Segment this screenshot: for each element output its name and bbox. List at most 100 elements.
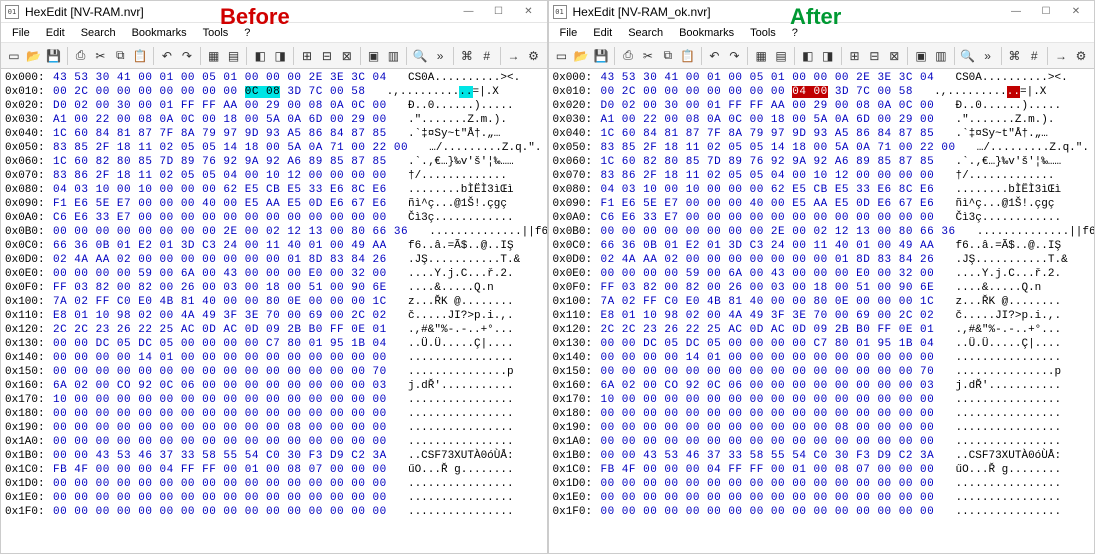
ascii-view[interactable]: .`.‚€…}‰v'š'¦‰…… <box>934 155 1061 169</box>
hex-bytes[interactable]: FF 03 82 00 82 00 26 00 03 00 18 00 51 0… <box>601 281 935 295</box>
hex-view[interactable]: 0x000:43 53 30 41 00 01 00 05 01 00 00 0… <box>1 69 547 553</box>
paste-icon[interactable]: 📋 <box>679 46 697 66</box>
hex-bytes[interactable]: 00 00 00 00 00 00 00 00 2E 00 02 12 13 0… <box>53 225 408 239</box>
hex-row[interactable]: 0x100:7A 02 FF C0 E0 4B 81 40 00 00 80 0… <box>553 295 1091 309</box>
ascii-view[interactable]: .,#&"%-.-..+°... <box>934 323 1061 337</box>
grid2-icon[interactable]: ▤ <box>772 46 790 66</box>
hex-row[interactable]: 0x1A0:00 00 00 00 00 00 00 00 00 00 00 0… <box>5 435 543 449</box>
hex-bytes[interactable]: FF 03 82 00 82 00 26 00 03 00 18 00 51 0… <box>53 281 387 295</box>
ascii-view[interactable]: …/.........Z.q.". <box>408 141 541 155</box>
hex-row[interactable]: 0x040:1C 60 84 81 87 7F 8A 79 97 9D 93 A… <box>553 127 1091 141</box>
ascii-view[interactable]: .,...........=|.X <box>913 85 1046 99</box>
op2-icon[interactable]: ⊟ <box>865 46 883 66</box>
hex-bytes[interactable]: 7A 02 FF C0 E0 4B 81 40 00 00 80 0E 00 0… <box>601 295 935 309</box>
ascii-view[interactable]: ................ <box>934 351 1061 365</box>
ascii-view[interactable]: Čì3ç............ <box>387 211 514 225</box>
hex-bytes[interactable]: F1 E6 5E E7 00 00 00 40 00 E5 AA E5 0D E… <box>53 197 387 211</box>
goto-icon[interactable]: → <box>505 46 523 66</box>
hex-row[interactable]: 0x1C0:FB 4F 00 00 00 04 FF FF 00 01 00 0… <box>553 463 1091 477</box>
hex-row[interactable]: 0x0A0:C6 E6 33 E7 00 00 00 00 00 00 00 0… <box>553 211 1091 225</box>
hex-row[interactable]: 0x010:00 2C 00 00 00 00 00 00 00 0C 08 3… <box>5 85 543 99</box>
hex-row[interactable]: 0x180:00 00 00 00 00 00 00 00 00 00 00 0… <box>553 407 1091 421</box>
hex-row[interactable]: 0x1D0:00 00 00 00 00 00 00 00 00 00 00 0… <box>5 477 543 491</box>
hex-row[interactable]: 0x0B0:00 00 00 00 00 00 00 00 2E 00 02 1… <box>553 225 1091 239</box>
ascii-view[interactable]: ................ <box>387 435 514 449</box>
new-icon[interactable]: ▭ <box>5 46 23 66</box>
ascii-view[interactable]: CS0A..........><. <box>387 71 520 85</box>
close-button[interactable]: ✕ <box>1062 3 1090 21</box>
hex-row[interactable]: 0x020:D0 02 00 30 00 01 FF FF AA 00 29 0… <box>5 99 543 113</box>
hex-row[interactable]: 0x110:E8 01 10 98 02 00 4A 49 3F 3E 70 0… <box>553 309 1091 323</box>
hex-bytes[interactable]: 43 53 30 41 00 01 00 05 01 00 00 00 2E 3… <box>53 71 387 85</box>
menu-tools[interactable]: Tools <box>196 25 236 41</box>
hex-bytes[interactable]: 00 00 00 00 59 00 6A 00 43 00 00 00 E0 0… <box>53 267 387 281</box>
hex-row[interactable]: 0x1A0:00 00 00 00 00 00 00 00 00 00 00 0… <box>553 435 1091 449</box>
hex-row[interactable]: 0x0C0:66 36 0B 01 E2 01 3D C3 24 00 11 4… <box>5 239 543 253</box>
ascii-view[interactable]: .`.‚€…}‰v'š'¦‰…… <box>387 155 514 169</box>
mark1-icon[interactable]: ◧ <box>251 46 269 66</box>
menu-search[interactable]: Search <box>621 25 670 41</box>
mark1-icon[interactable]: ◧ <box>799 46 817 66</box>
hex-row[interactable]: 0x190:00 00 00 00 00 00 00 00 00 00 00 0… <box>553 421 1091 435</box>
hex-bytes[interactable]: 00 00 43 53 46 37 33 58 55 54 C0 30 F3 D… <box>53 449 387 463</box>
hex-row[interactable]: 0x1F0:00 00 00 00 00 00 00 00 00 00 00 0… <box>5 505 543 519</box>
ascii-view[interactable]: č.....JI?>p.i.,. <box>934 309 1061 323</box>
ascii-view[interactable]: ................ <box>934 491 1061 505</box>
ascii-view[interactable]: ....Y.j.C...ř.2. <box>934 267 1061 281</box>
op3-icon[interactable]: ⊠ <box>338 46 356 66</box>
ascii-view[interactable]: z...ŘK @........ <box>934 295 1061 309</box>
print-icon[interactable]: ⎙ <box>72 46 90 66</box>
tool2-icon[interactable]: ▥ <box>932 46 950 66</box>
hex-bytes[interactable]: 00 00 00 00 00 00 00 00 00 00 00 00 00 0… <box>53 407 387 421</box>
menu-tools[interactable]: Tools <box>743 25 783 41</box>
grid1-icon[interactable]: ▦ <box>752 46 770 66</box>
grid1-icon[interactable]: ▦ <box>205 46 223 66</box>
highlighted-bytes[interactable]: 04 00 <box>792 86 828 98</box>
hex-view[interactable]: 0x000:43 53 30 41 00 01 00 05 01 00 00 0… <box>549 69 1095 553</box>
hex-bytes[interactable]: 83 85 2F 18 11 02 05 05 14 18 00 5A 0A 7… <box>601 141 956 155</box>
hex-bytes[interactable]: 04 03 10 00 10 00 00 00 62 E5 CB E5 33 E… <box>53 183 387 197</box>
hex-bytes[interactable]: 1C 60 82 80 85 7D 89 76 92 9A 92 A6 89 8… <box>601 155 935 169</box>
hex-row[interactable]: 0x1D0:00 00 00 00 00 00 00 00 00 00 00 0… <box>553 477 1091 491</box>
mark2-icon[interactable]: ◨ <box>819 46 837 66</box>
ascii-view[interactable]: †/............. <box>387 169 507 183</box>
hex-row[interactable]: 0x090:F1 E6 5E E7 00 00 00 40 00 E5 AA E… <box>5 197 543 211</box>
save-icon[interactable]: 💾 <box>592 46 610 66</box>
ascii-view[interactable]: ...............p <box>934 365 1061 379</box>
open-icon[interactable]: 📂 <box>572 46 590 66</box>
hex-bytes[interactable]: 83 86 2F 18 11 02 05 05 04 00 10 12 00 0… <box>53 169 387 183</box>
calc-icon[interactable]: ⌘ <box>1005 46 1023 66</box>
hex-row[interactable]: 0x0D0:02 4A AA 02 00 00 00 00 00 00 00 0… <box>553 253 1091 267</box>
hex-bytes[interactable]: A1 00 22 00 08 0A 0C 00 18 00 5A 0A 6D 0… <box>601 113 935 127</box>
op2-icon[interactable]: ⊟ <box>318 46 336 66</box>
hex-bytes[interactable]: E8 01 10 98 02 00 4A 49 3F 3E 70 00 69 0… <box>53 309 387 323</box>
hex-bytes[interactable]: 00 00 00 00 00 00 00 00 00 00 00 00 00 0… <box>601 365 935 379</box>
highlighted-bytes[interactable]: 0C 08 <box>245 86 281 98</box>
hex-row[interactable]: 0x000:43 53 30 41 00 01 00 05 01 00 00 0… <box>553 71 1091 85</box>
hex-row[interactable]: 0x120:2C 2C 23 26 22 25 AC 0D AC 0D 09 2… <box>5 323 543 337</box>
maximize-button[interactable]: ☐ <box>485 3 513 21</box>
hex-bytes[interactable]: 66 36 0B 01 E2 01 3D C3 24 00 11 40 01 0… <box>53 239 387 253</box>
ascii-view[interactable]: ........bÌËÌ3ìŒì <box>934 183 1061 197</box>
ascii-view[interactable]: .".......Z.m.). <box>934 113 1054 127</box>
hex-row[interactable]: 0x020:D0 02 00 30 00 01 FF FF AA 00 29 0… <box>553 99 1091 113</box>
hex-bytes[interactable]: 43 53 30 41 00 01 00 05 01 00 00 00 2E 3… <box>601 71 935 85</box>
cut-icon[interactable]: ✂ <box>639 46 657 66</box>
copy-icon[interactable]: ⧉ <box>111 46 129 66</box>
hex-bytes[interactable]: FB 4F 00 00 00 04 FF FF 00 01 00 08 07 0… <box>601 463 935 477</box>
close-button[interactable]: ✕ <box>515 3 543 21</box>
hex-row[interactable]: 0x160:6A 02 00 CO 92 0C 06 00 00 00 00 0… <box>5 379 543 393</box>
hex-row[interactable]: 0x070:83 86 2F 18 11 02 05 05 04 00 10 1… <box>553 169 1091 183</box>
ascii-view[interactable]: ................ <box>387 477 514 491</box>
ascii-view[interactable]: ñì^ç...@1Š!.çgç <box>387 197 507 211</box>
ascii-view[interactable]: ..............||f6 <box>956 225 1094 239</box>
hex-row[interactable]: 0x0F0:FF 03 82 00 82 00 26 00 03 00 18 0… <box>553 281 1091 295</box>
ascii-view[interactable]: .`‡¤Sy~t"Å†.„… <box>387 127 501 141</box>
hex-bytes[interactable]: D0 02 00 30 00 01 FF FF AA 00 29 00 08 0… <box>601 99 935 113</box>
ascii-view[interactable]: ñì^ç...@1Š!.çgç <box>934 197 1054 211</box>
hex-row[interactable]: 0x0C0:66 36 0B 01 E2 01 3D C3 24 00 11 4… <box>553 239 1091 253</box>
findnext-icon[interactable]: » <box>979 46 997 66</box>
menu-edit[interactable]: Edit <box>39 25 72 41</box>
hex-bytes[interactable]: 00 00 00 00 00 00 00 00 00 00 00 00 00 0… <box>601 477 935 491</box>
hex-bytes[interactable]: FB 4F 00 00 00 04 FF FF 00 01 00 08 07 0… <box>53 463 387 477</box>
